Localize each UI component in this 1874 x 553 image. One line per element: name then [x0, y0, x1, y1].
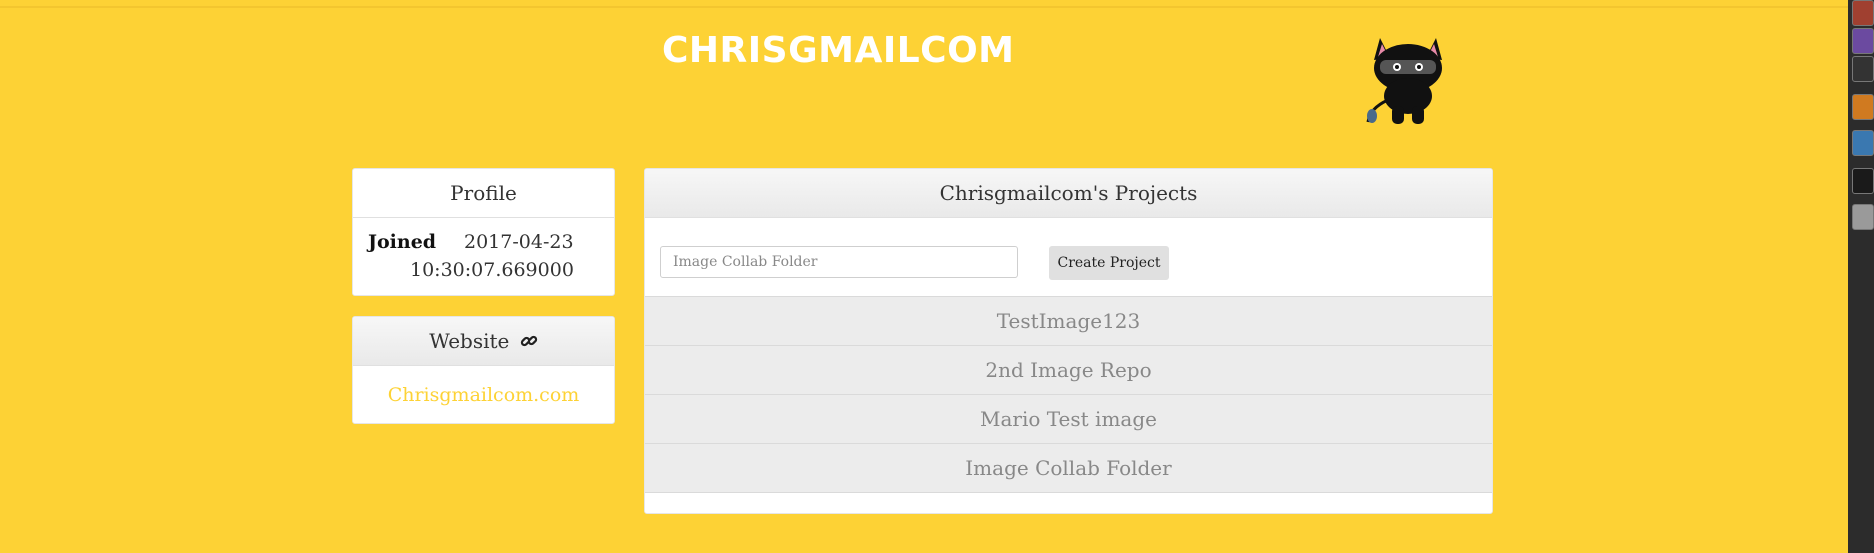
website-heading: Website: [353, 317, 614, 366]
launcher-app-icon[interactable]: [1852, 28, 1874, 54]
website-panel: Website Chrisgmailcom.com: [352, 316, 615, 424]
ninja-cat-mascot-icon: [1366, 38, 1442, 124]
projects-heading: Chrisgmailcom's Projects: [645, 169, 1492, 218]
top-divider: [0, 6, 1848, 8]
project-item-testimage123[interactable]: TestImage123: [645, 296, 1492, 345]
website-link[interactable]: Chrisgmailcom.com: [353, 366, 614, 423]
launcher-strip: [1848, 0, 1874, 553]
page-title: CHRISGMAILCOM: [662, 30, 1015, 71]
launcher-app-icon[interactable]: [1852, 130, 1874, 156]
website-heading-label: Website: [429, 329, 510, 353]
joined-time: 10:30:07.669000: [410, 259, 574, 281]
create-project-button[interactable]: Create Project: [1049, 246, 1169, 280]
launcher-app-icon[interactable]: [1852, 94, 1874, 120]
terminal-icon[interactable]: [1852, 168, 1874, 194]
profile-heading: Profile: [353, 169, 614, 218]
joined-date: 2017-04-23: [464, 231, 574, 253]
project-list: TestImage123 2nd Image Repo Mario Test i…: [645, 296, 1492, 493]
project-item-mario-test-image[interactable]: Mario Test image: [645, 394, 1492, 443]
project-item-2nd-image-repo[interactable]: 2nd Image Repo: [645, 345, 1492, 394]
page: CHRISGMAILCOM Profile Joined 2017-04-23 …: [0, 0, 1874, 553]
link-icon: [520, 335, 537, 347]
joined-label: Joined: [368, 231, 437, 253]
project-name-input[interactable]: [660, 246, 1018, 278]
project-item-image-collab-folder[interactable]: Image Collab Folder: [645, 443, 1492, 493]
create-project-row: Create Project: [645, 218, 1492, 296]
projects-panel: Chrisgmailcom's Projects Create Project …: [644, 168, 1493, 514]
launcher-app-icon[interactable]: [1852, 56, 1874, 82]
launcher-app-icon[interactable]: [1852, 204, 1874, 230]
launcher-app-icon[interactable]: [1852, 0, 1874, 26]
